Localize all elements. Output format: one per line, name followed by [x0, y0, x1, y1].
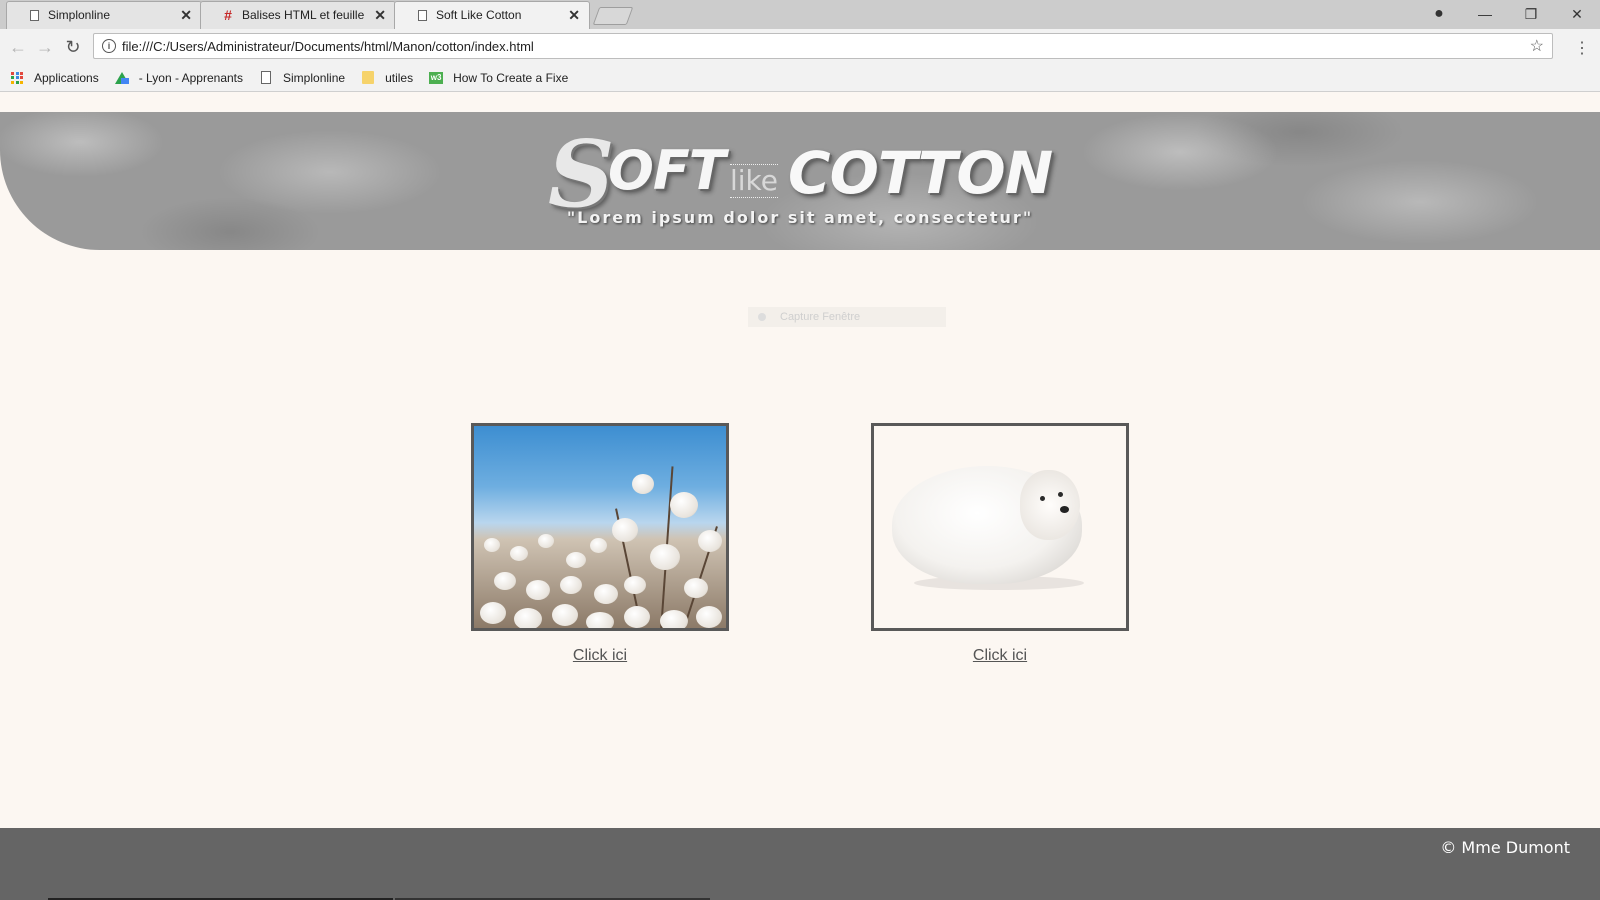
- capture-overlay: Capture Fenêtre: [748, 307, 946, 327]
- bookmark-label: Simplonline: [283, 70, 346, 85]
- bookmarks-bar: Applications - Lyon - Apprenants Simplon…: [0, 64, 1600, 92]
- logo-oft: OFT: [608, 139, 726, 202]
- tab-simplonline[interactable]: Simplonline ✕: [6, 1, 202, 29]
- tab-label: Soft Like Cotton: [436, 8, 522, 22]
- bookmark-utiles[interactable]: utiles: [361, 71, 413, 85]
- reload-button[interactable]: ↻: [61, 35, 85, 59]
- page-icon: [28, 8, 40, 22]
- page-icon: [416, 8, 428, 22]
- dog-image: [871, 423, 1129, 631]
- header-banner: S OFT like COTTON "Lorem ipsum dolor sit…: [0, 112, 1600, 250]
- bookmark-how-to-create[interactable]: w3 How To Create a Fixe: [429, 71, 568, 85]
- address-bar[interactable]: i file:///C:/Users/Administrateur/Docume…: [93, 33, 1553, 59]
- account-icon[interactable]: ●: [1416, 0, 1462, 28]
- tab-label: Balises HTML et feuille de: [242, 8, 366, 22]
- logo-like: like: [730, 164, 779, 199]
- dog-click-link[interactable]: Click ici: [871, 647, 1129, 665]
- cotton-field-image: [471, 423, 729, 631]
- bookmark-lyon-apprenants[interactable]: - Lyon - Apprenants: [114, 70, 244, 85]
- bookmark-label: utiles: [385, 70, 414, 85]
- browser-toolbar: ← → ↻ i file:///C:/Users/Administrateur/…: [0, 29, 1600, 64]
- tab-soft-like-cotton[interactable]: Soft Like Cotton ✕: [394, 1, 590, 29]
- footer-copyright: © Mme Dumont: [1440, 838, 1570, 857]
- close-tab-icon[interactable]: ✕: [568, 7, 580, 24]
- apps-grid-icon: [10, 71, 24, 85]
- google-drive-icon: [114, 71, 129, 85]
- logo-cotton: COTTON: [788, 139, 1053, 207]
- cotton-click-link[interactable]: Click ici: [471, 647, 729, 665]
- close-tab-icon[interactable]: ✕: [180, 7, 192, 24]
- tab-strip: Simplonline ✕ # Balises HTML et feuille …: [0, 0, 1600, 29]
- bookmark-label: Applications: [34, 70, 99, 85]
- w3schools-icon: w3: [429, 71, 444, 84]
- tab-label: Simplonline: [48, 8, 111, 22]
- bookmark-simplonline[interactable]: Simplonline: [259, 71, 345, 85]
- white-dog-picture: [874, 426, 1126, 628]
- page-footer: © Mme Dumont: [0, 828, 1600, 900]
- minimize-button[interactable]: —: [1462, 0, 1508, 28]
- info-icon[interactable]: i: [102, 39, 116, 53]
- close-window-button[interactable]: ✕: [1554, 0, 1600, 28]
- tab-balises-html[interactable]: # Balises HTML et feuille de ✕: [200, 1, 396, 29]
- hash-icon: #: [224, 7, 232, 23]
- browser-menu-icon[interactable]: ⋮: [1574, 38, 1590, 58]
- bookmark-label: How To Create a Fixe: [453, 70, 569, 85]
- cotton-field-picture: [474, 426, 726, 628]
- tagline: "Lorem ipsum dolor sit amet, consectetur…: [566, 208, 1034, 227]
- url-text[interactable]: file:///C:/Users/Administrateur/Document…: [122, 39, 1530, 54]
- restore-button[interactable]: ❐: [1508, 0, 1554, 28]
- page-icon: [259, 71, 273, 85]
- logo-s: S: [548, 120, 615, 228]
- bookmark-label: - Lyon - Apprenants: [138, 70, 244, 85]
- card-cotton: Click ici: [471, 423, 729, 665]
- bookmark-applications[interactable]: Applications: [10, 71, 99, 85]
- bookmark-star-icon[interactable]: ☆: [1530, 36, 1544, 56]
- forward-button[interactable]: →: [33, 35, 57, 59]
- card-dog: Click ici: [871, 423, 1129, 665]
- back-button[interactable]: ←: [6, 35, 30, 59]
- web-page: S OFT like COTTON "Lorem ipsum dolor sit…: [0, 92, 1600, 900]
- folder-icon: [361, 71, 375, 85]
- new-tab-button[interactable]: [592, 7, 634, 25]
- close-tab-icon[interactable]: ✕: [374, 7, 386, 24]
